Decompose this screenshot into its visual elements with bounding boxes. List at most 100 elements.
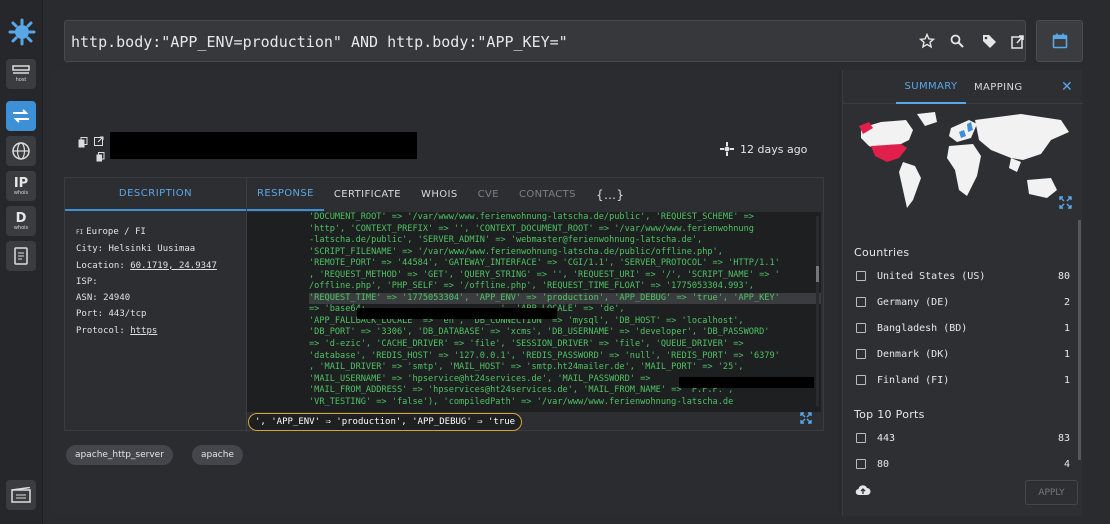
result-age: 12 days ago [720, 142, 807, 156]
expand-icon[interactable] [1059, 196, 1072, 209]
sidebar-domain-sub: whois [13, 224, 29, 231]
response-line: 'SCRIPT_FILENAME' => '/var/www/www.ferie… [309, 246, 723, 257]
country-row[interactable]: Denmark (DK) 1 [856, 346, 1070, 362]
checkbox[interactable] [856, 433, 866, 443]
tab-contacts[interactable]: CONTACTS [509, 178, 586, 211]
flag-fi-icon: FI [76, 229, 84, 236]
search-input[interactable]: http.body:"APP_ENV=production" AND http.… [71, 33, 568, 51]
sidebar-domain-whois-button[interactable]: D whois [6, 206, 36, 236]
country-row[interactable]: United States (US) 80 [856, 268, 1070, 284]
time-ago-text: 12 days ago [740, 142, 808, 156]
asn-line: ASN: 24940 [76, 293, 131, 304]
port-count: 4 [1063, 458, 1070, 470]
globe-icon [12, 142, 30, 160]
checkbox[interactable] [856, 297, 866, 307]
detail-tabs: RESPONSE CERTIFICATE WHOIS CVE CONTACTS … [247, 178, 825, 211]
port-row[interactable]: 443 83 [856, 430, 1070, 446]
checkbox[interactable] [856, 349, 866, 359]
calendar-button[interactable] [1036, 20, 1083, 62]
sidebar-ip-whois-button[interactable]: IP whois [6, 171, 36, 201]
copy-icon[interactable] [96, 152, 105, 162]
response-scrollbar[interactable] [816, 216, 819, 406]
star-icon[interactable] [916, 30, 938, 52]
facets-panel: SUMMARY MAPPING ✕ Countries United State… [842, 70, 1083, 516]
tab-summary[interactable]: SUMMARY [896, 70, 966, 104]
response-body[interactable]: 'DOCUMENT_ROOT' => '/var/www/www.ferienw… [247, 212, 821, 412]
tab-json[interactable]: {…} [586, 178, 634, 211]
location-label: Location: [76, 260, 131, 271]
tab-response[interactable]: RESPONSE [247, 178, 324, 211]
match-snippet[interactable]: ', 'APP_ENV' ⇒ 'production', 'APP_DEBUG'… [248, 413, 523, 431]
port-row[interactable]: 80 4 [856, 456, 1070, 472]
location-link[interactable]: 60.1719, 24.9347 [130, 261, 217, 271]
port-line: Port: 443/tcp [76, 309, 147, 320]
isp-line: ISP: [76, 276, 98, 287]
region-text: Europe / FI [86, 227, 146, 237]
region-line: FI Europe / FI [76, 224, 217, 241]
apply-button[interactable]: APPLY [1025, 480, 1078, 505]
close-icon[interactable]: ✕ [1061, 70, 1073, 104]
redacted-hostname [110, 132, 417, 159]
sidebar-report-button[interactable] [6, 241, 36, 271]
sidebar-swap-button[interactable] [6, 101, 36, 131]
redacted-app-key [357, 308, 557, 319]
checkbox[interactable] [856, 459, 866, 469]
sidebar-host-label: host [15, 77, 27, 83]
left-sidebar: host IP whois D whois [0, 0, 43, 524]
response-line: , 'MAIL_DRIVER' => 'smtp', 'MAIL_HOST' =… [309, 362, 744, 373]
country-name: United States (US) [877, 270, 986, 282]
film-icon [11, 487, 31, 503]
swap-icon [13, 109, 29, 123]
tag-chip[interactable]: apache [192, 445, 243, 465]
tab-cve[interactable]: CVE [468, 178, 509, 211]
port-name: 443 [877, 432, 896, 444]
protocol-line: Protocol: https [76, 323, 217, 339]
country-count: 2 [1063, 296, 1070, 308]
tab-whois[interactable]: WHOIS [411, 178, 468, 211]
checkbox[interactable] [856, 271, 866, 281]
response-line: 'http', 'CONTEXT_PREFIX' => '', 'CONTEXT… [309, 223, 754, 234]
export-icon[interactable] [1007, 30, 1029, 52]
search-bar[interactable]: http.body:"APP_ENV=production" AND http.… [64, 20, 1026, 62]
app-logo-icon[interactable] [8, 18, 36, 46]
tag-chip[interactable]: apache_http_server [66, 445, 173, 465]
cloud-upload-icon[interactable] [855, 484, 871, 496]
host-icon [12, 65, 30, 74]
country-count: 1 [1063, 322, 1070, 334]
expand-icon[interactable] [800, 412, 812, 424]
calendar-icon [1052, 33, 1067, 49]
response-line: => 'd-ezic', 'CACHE_DRIVER' => 'file', '… [309, 339, 744, 350]
copy-icon[interactable] [78, 137, 88, 148]
description-block: FI Europe / FI City: Helsinki Uusimaa Loc… [76, 224, 217, 339]
tab-description[interactable]: DESCRIPTION [65, 178, 246, 211]
checkbox[interactable] [856, 375, 866, 385]
country-row[interactable]: Germany (DE) 2 [856, 294, 1070, 310]
countries-title: Countries [854, 246, 910, 259]
tab-certificate[interactable]: CERTIFICATE [324, 178, 411, 211]
protocol-link[interactable]: https [130, 326, 157, 336]
sidebar-film-button[interactable] [6, 480, 36, 510]
redacted-mail-password [679, 377, 814, 388]
world-map [859, 112, 1069, 208]
tab-mapping[interactable]: MAPPING [974, 70, 1023, 104]
response-line: /offline.php', 'PHP_SELF' => '/offline.p… [309, 281, 754, 292]
sidebar-domain-label: D [15, 210, 27, 226]
sidebar-dns-button[interactable] [6, 136, 36, 166]
port-name: 80 [877, 458, 890, 470]
sidebar-host-button[interactable]: host [6, 59, 36, 89]
sidebar-ip-sub: whois [13, 189, 29, 196]
search-icon[interactable] [946, 30, 968, 52]
sidebar-ip-label: IP [13, 175, 29, 191]
response-line: 'DOCUMENT_ROOT' => '/var/www/www.ferienw… [309, 212, 754, 222]
country-name: Finland (FI) [877, 374, 950, 386]
response-line: 'REQUEST_TIME' => '1775053304', 'APP_ENV… [309, 292, 821, 305]
tag-icon[interactable] [978, 30, 1000, 52]
facets-scrollbar[interactable] [1078, 220, 1081, 460]
network-icon [720, 142, 734, 156]
response-line: 'database', 'REDIS_HOST' => '127.0.0.1',… [309, 350, 780, 361]
country-row[interactable]: Bangladesh (BD) 1 [856, 320, 1070, 336]
checkbox[interactable] [856, 323, 866, 333]
response-line: 'REMOTE_PORT' => '44584', 'GATEWAY_INTER… [309, 258, 780, 269]
country-row[interactable]: Finland (FI) 1 [856, 372, 1070, 388]
external-link-icon[interactable] [94, 136, 104, 146]
